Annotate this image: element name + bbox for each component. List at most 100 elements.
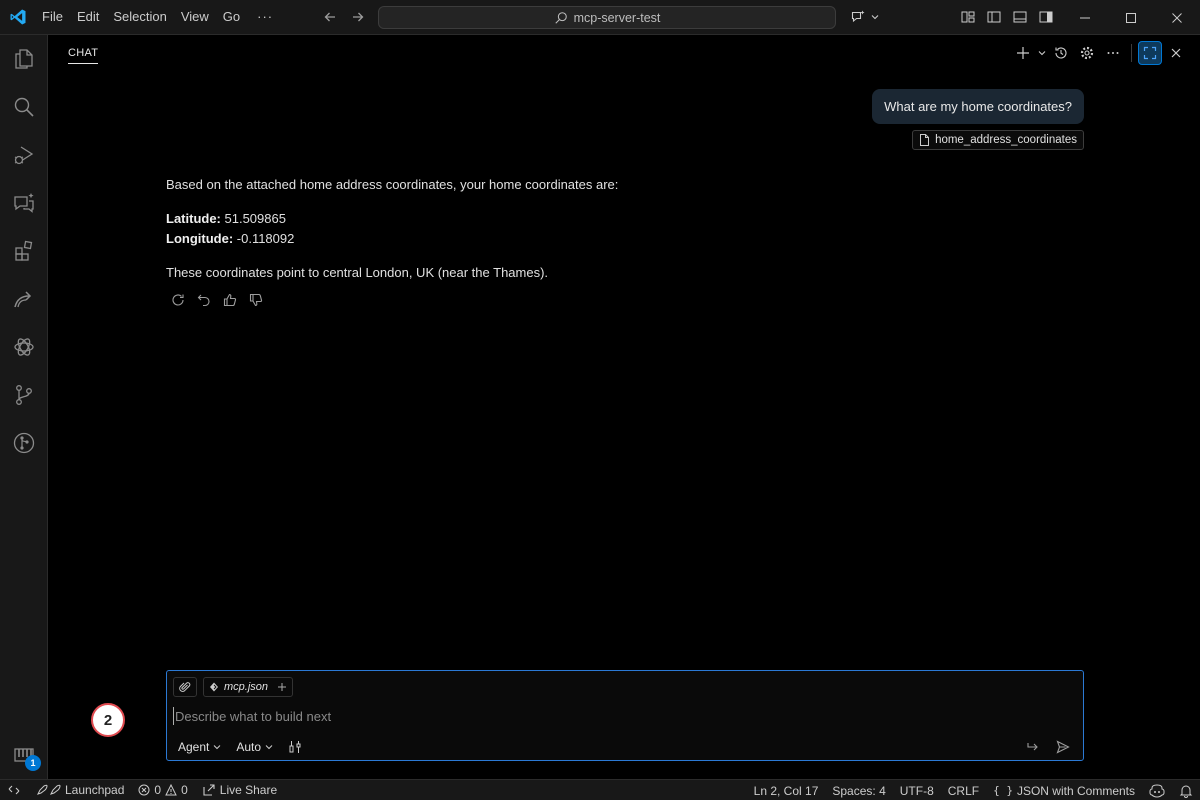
mode-dropdown[interactable]: Agent xyxy=(173,738,227,756)
rocket-icon xyxy=(37,784,61,795)
paperclip-icon[interactable] xyxy=(173,677,197,697)
longitude-label: Longitude: xyxy=(166,231,234,246)
accounts-badge: 1 xyxy=(25,755,41,771)
title-bar: File Edit Selection View Go ··· mcp-serv… xyxy=(0,0,1200,35)
command-center-search[interactable]: mcp-server-test xyxy=(378,6,836,29)
remote-explorer-icon[interactable] xyxy=(0,275,48,323)
delegate-icon[interactable] xyxy=(1021,735,1045,759)
back-arrow-icon[interactable] xyxy=(318,5,342,29)
copilot-icon xyxy=(1149,783,1165,798)
chat-input-field[interactable] xyxy=(173,707,1013,725)
minimize-icon[interactable] xyxy=(1062,0,1108,35)
cursor-position[interactable]: Ln 2, Col 17 xyxy=(747,780,826,800)
retry-icon[interactable] xyxy=(168,290,188,310)
chevron-down-icon xyxy=(214,745,221,750)
more-actions-icon[interactable] xyxy=(1101,41,1125,65)
latitude-value: 51.509865 xyxy=(220,211,286,226)
thumbs-up-icon[interactable] xyxy=(220,290,240,310)
copilot-chat-icon xyxy=(846,5,870,29)
source-control-icon[interactable] xyxy=(0,371,48,419)
chevron-down-icon xyxy=(265,745,273,750)
error-count: 0 xyxy=(154,783,162,797)
menu-go[interactable]: Go xyxy=(216,5,247,29)
braces-icon: { } xyxy=(993,784,1013,797)
copilot-status[interactable] xyxy=(1142,780,1172,800)
forward-arrow-icon[interactable] xyxy=(346,5,370,29)
model-dropdown[interactable]: Auto xyxy=(231,738,279,756)
problems-item[interactable]: 0 0 xyxy=(131,780,194,800)
attachment-name: home_address_coordinates xyxy=(935,134,1077,146)
context-file-chip[interactable]: mcp.json xyxy=(203,677,294,697)
accounts-icon[interactable] xyxy=(0,731,48,779)
window-controls xyxy=(1062,0,1200,35)
new-chat-icon[interactable] xyxy=(1011,41,1035,65)
undo-icon[interactable] xyxy=(194,290,214,310)
file-icon xyxy=(920,134,930,146)
longitude-line: Longitude: -0.118092 xyxy=(166,229,618,249)
extensions-icon[interactable] xyxy=(0,227,48,275)
warning-icon xyxy=(165,784,177,796)
launchpad-item[interactable]: Launchpad xyxy=(28,780,131,800)
menu-edit[interactable]: Edit xyxy=(70,5,106,29)
input-toolbar: Agent Auto xyxy=(173,735,307,759)
indentation[interactable]: Spaces: 4 xyxy=(825,780,892,800)
maximize-window-icon[interactable] xyxy=(1108,0,1154,35)
live-share-item[interactable]: Live Share xyxy=(195,780,284,800)
maximize-panel-icon[interactable] xyxy=(1138,41,1162,65)
toggle-primary-sidebar-icon[interactable] xyxy=(982,5,1006,29)
send-icon[interactable] xyxy=(1051,735,1075,759)
gear-icon[interactable] xyxy=(1075,41,1099,65)
search-icon xyxy=(554,11,567,24)
error-icon xyxy=(138,784,150,796)
json-file-icon xyxy=(210,682,218,692)
close-window-icon[interactable] xyxy=(1154,0,1200,35)
latitude-label: Latitude: xyxy=(166,211,221,226)
workspace-name: mcp-server-test xyxy=(573,10,661,25)
longitude-value: -0.118092 xyxy=(233,231,295,246)
menu-selection[interactable]: Selection xyxy=(106,5,173,29)
tab-chat[interactable]: CHAT xyxy=(68,47,99,64)
remote-indicator[interactable] xyxy=(0,780,28,800)
chevron-down-icon[interactable] xyxy=(1037,48,1047,58)
encoding[interactable]: UTF-8 xyxy=(893,780,941,800)
response-intro: Based on the attached home address coord… xyxy=(166,177,619,192)
assistant-response: Based on the attached home address coord… xyxy=(166,175,618,283)
customize-layout-icon[interactable] xyxy=(956,5,980,29)
git-graph-icon[interactable] xyxy=(0,419,48,467)
context-file-name: mcp.json xyxy=(224,681,269,693)
search-icon[interactable] xyxy=(0,83,48,131)
chat-panel: CHAT What are my home coordinates? home_… xyxy=(48,35,1200,779)
step-marker: 2 xyxy=(91,703,125,737)
thumbs-down-icon[interactable] xyxy=(246,290,266,310)
chevron-down-icon xyxy=(871,15,879,20)
close-icon[interactable] xyxy=(1164,41,1188,65)
live-share-icon xyxy=(203,784,215,796)
end-of-line[interactable]: CRLF xyxy=(941,780,986,800)
launchpad-label: Launchpad xyxy=(65,783,125,797)
toggle-secondary-sidebar-icon[interactable] xyxy=(1034,5,1058,29)
toggle-panel-icon[interactable] xyxy=(1008,5,1032,29)
chat-input-box: mcp.json Agent Auto xyxy=(166,670,1084,761)
chat-actions xyxy=(1011,41,1188,65)
explorer-icon[interactable] xyxy=(0,35,48,83)
tools-icon[interactable] xyxy=(283,735,307,759)
menu-view[interactable]: View xyxy=(174,5,216,29)
activity-bar: 1 xyxy=(0,35,48,779)
openai-icon[interactable] xyxy=(0,323,48,371)
chat-icon[interactable] xyxy=(0,179,48,227)
menu-file[interactable]: File xyxy=(35,5,70,29)
warning-count: 0 xyxy=(181,783,188,797)
vscode-logo-icon xyxy=(0,0,35,35)
run-debug-icon[interactable] xyxy=(0,131,48,179)
history-icon[interactable] xyxy=(1049,41,1073,65)
toolbar-divider xyxy=(1131,44,1132,62)
attachment-chip[interactable]: home_address_coordinates xyxy=(912,130,1084,150)
context-row: mcp.json xyxy=(173,677,294,697)
language-mode[interactable]: { } JSON with Comments xyxy=(986,780,1142,800)
notifications-item[interactable] xyxy=(1172,780,1200,800)
copilot-menu-button[interactable] xyxy=(846,5,880,29)
add-context-icon[interactable] xyxy=(277,682,287,692)
mode-label: Agent xyxy=(178,740,210,754)
remote-icon xyxy=(8,785,20,795)
menu-more[interactable]: ··· xyxy=(247,5,283,29)
